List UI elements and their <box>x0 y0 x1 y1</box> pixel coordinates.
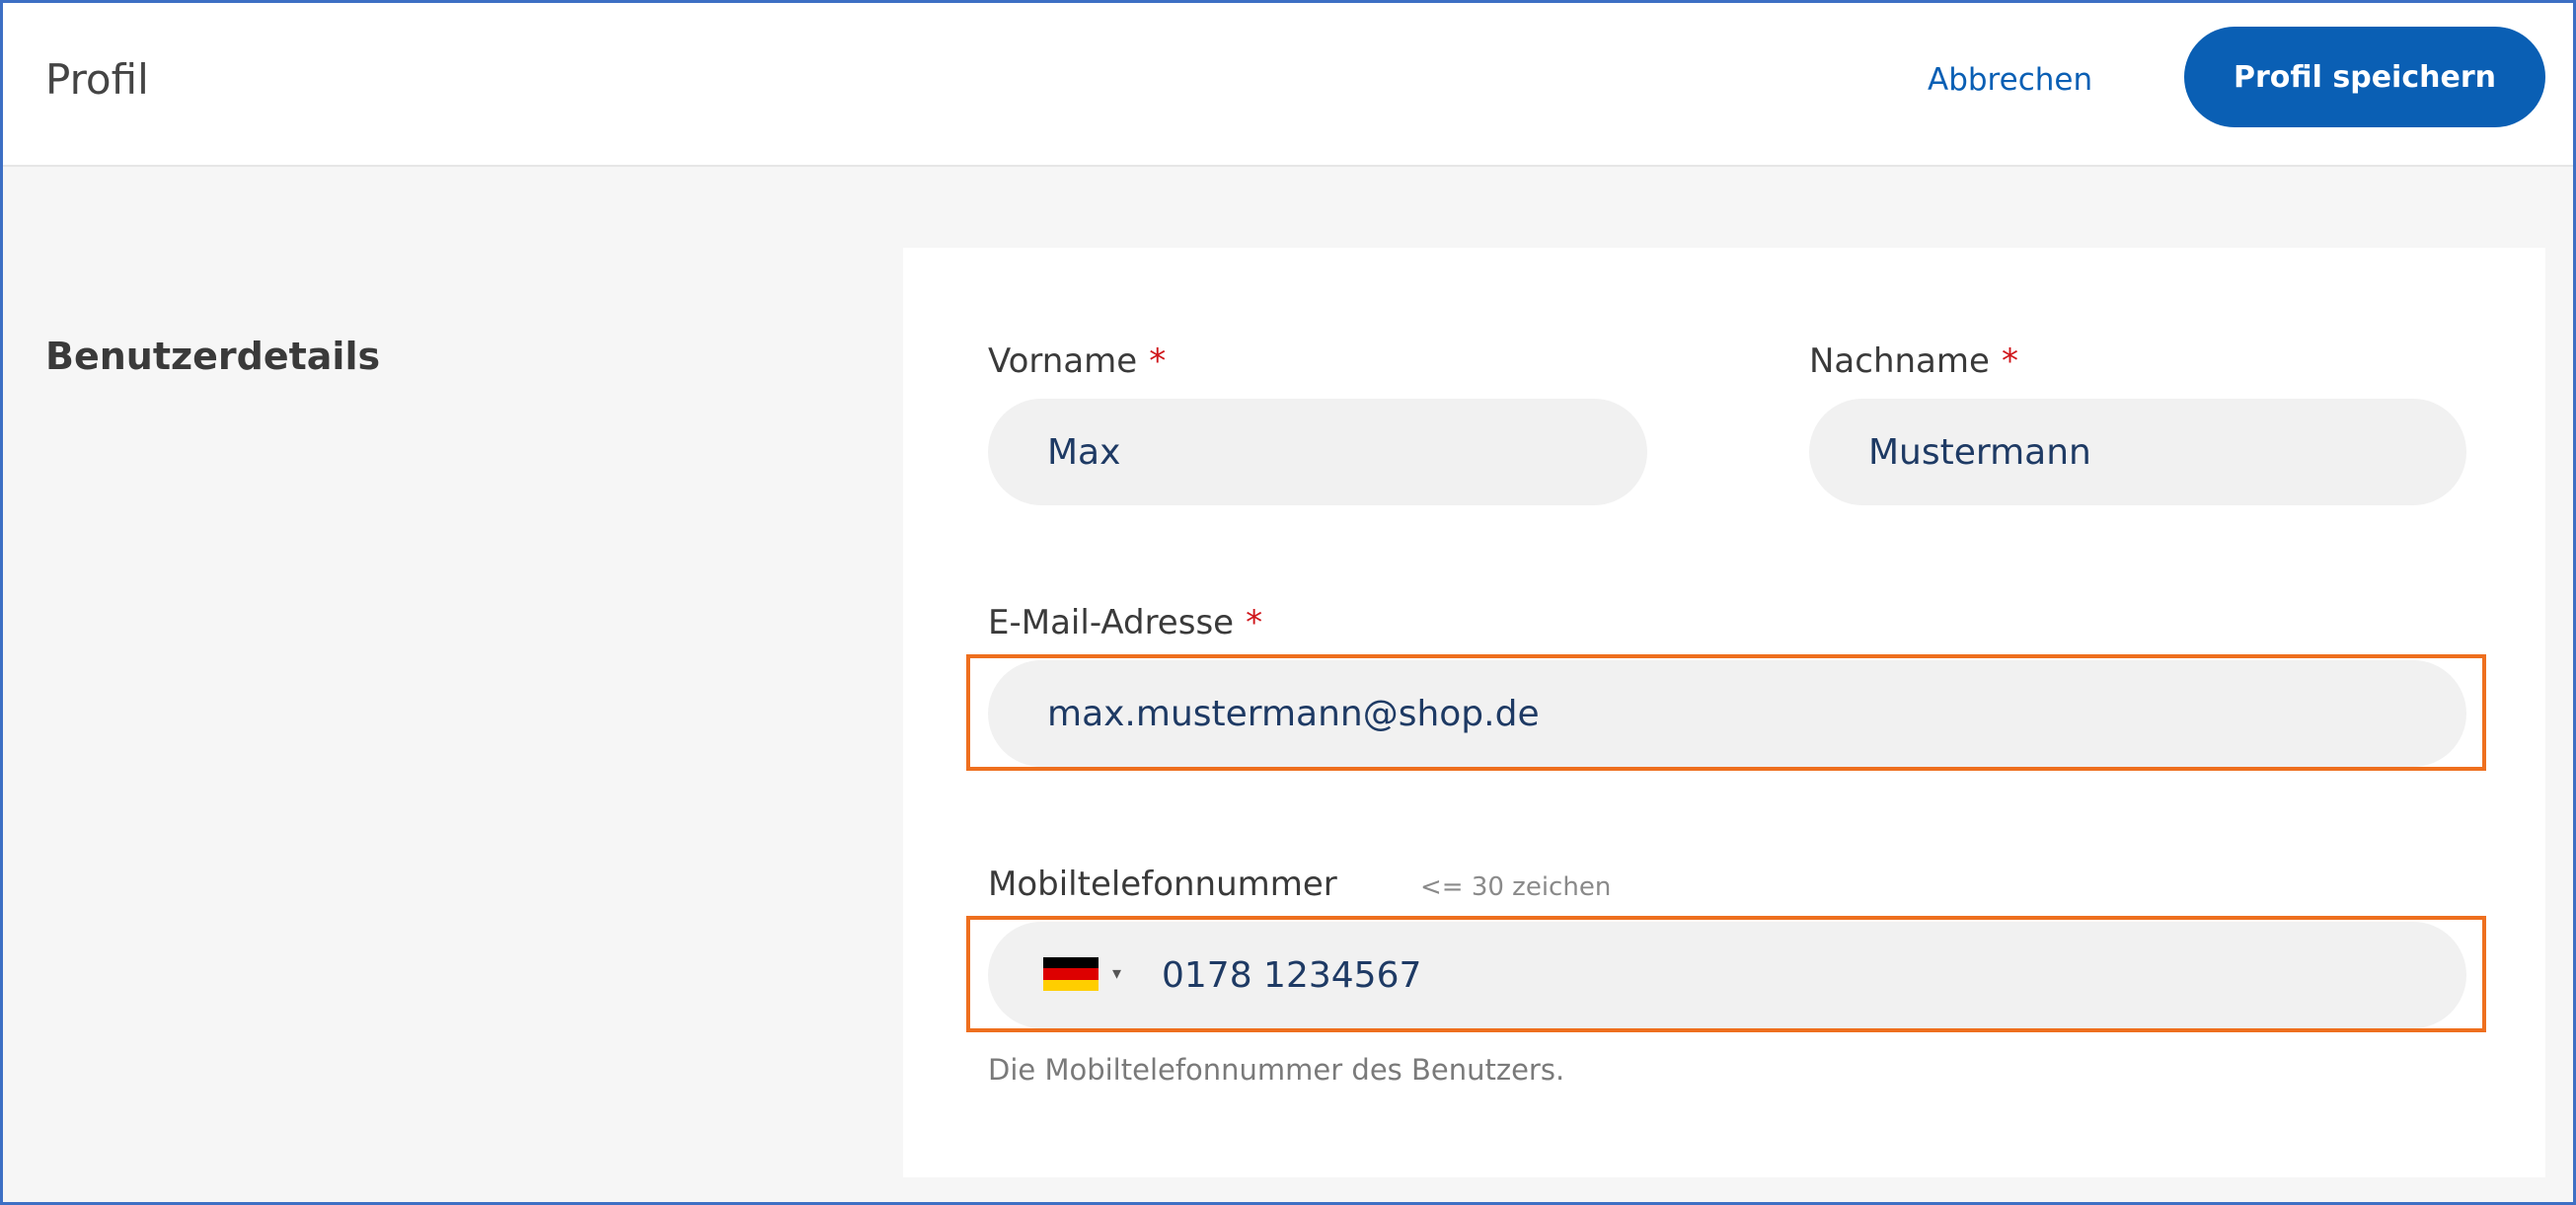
mobile-highlight-box <box>966 916 2486 1032</box>
section-title: Benutzerdetails <box>45 335 381 378</box>
mobile-length-hint: <= 30 zeichen <box>1420 872 1612 902</box>
first-name-input[interactable] <box>1047 399 1588 505</box>
last-name-label-text: Nachname <box>1809 341 1990 381</box>
email-label: E-Mail-Adresse * <box>988 600 1262 645</box>
save-profile-button[interactable]: Profil speichern <box>2184 27 2545 127</box>
page-title: Profil <box>45 55 149 104</box>
first-name-label: Vorname * <box>988 339 1166 384</box>
last-name-field <box>1809 399 2466 505</box>
mobile-label: Mobiltelefonnummer <box>988 865 1337 904</box>
email-label-text: E-Mail-Adresse <box>988 603 1235 642</box>
required-marker: * <box>2001 341 2018 381</box>
first-name-label-text: Vorname <box>988 341 1138 381</box>
first-name-field <box>988 399 1647 505</box>
email-highlight-box <box>966 654 2486 771</box>
user-details-card: Vorname * Nachname * E-Mail-Adresse * Mobil… <box>903 248 2545 1177</box>
required-marker: * <box>1246 603 1263 642</box>
required-marker: * <box>1149 341 1167 381</box>
page-header: Profil Abbrechen Profil speichern <box>3 3 2573 167</box>
last-name-label: Nachname * <box>1809 339 2018 384</box>
last-name-input[interactable] <box>1868 399 2407 505</box>
mobile-helper-text: Die Mobiltelefonnummer des Benutzers. <box>988 1053 1565 1087</box>
cancel-link[interactable]: Abbrechen <box>1928 52 2092 108</box>
profile-page: Profil Abbrechen Profil speichern Benutz… <box>0 0 2576 1205</box>
